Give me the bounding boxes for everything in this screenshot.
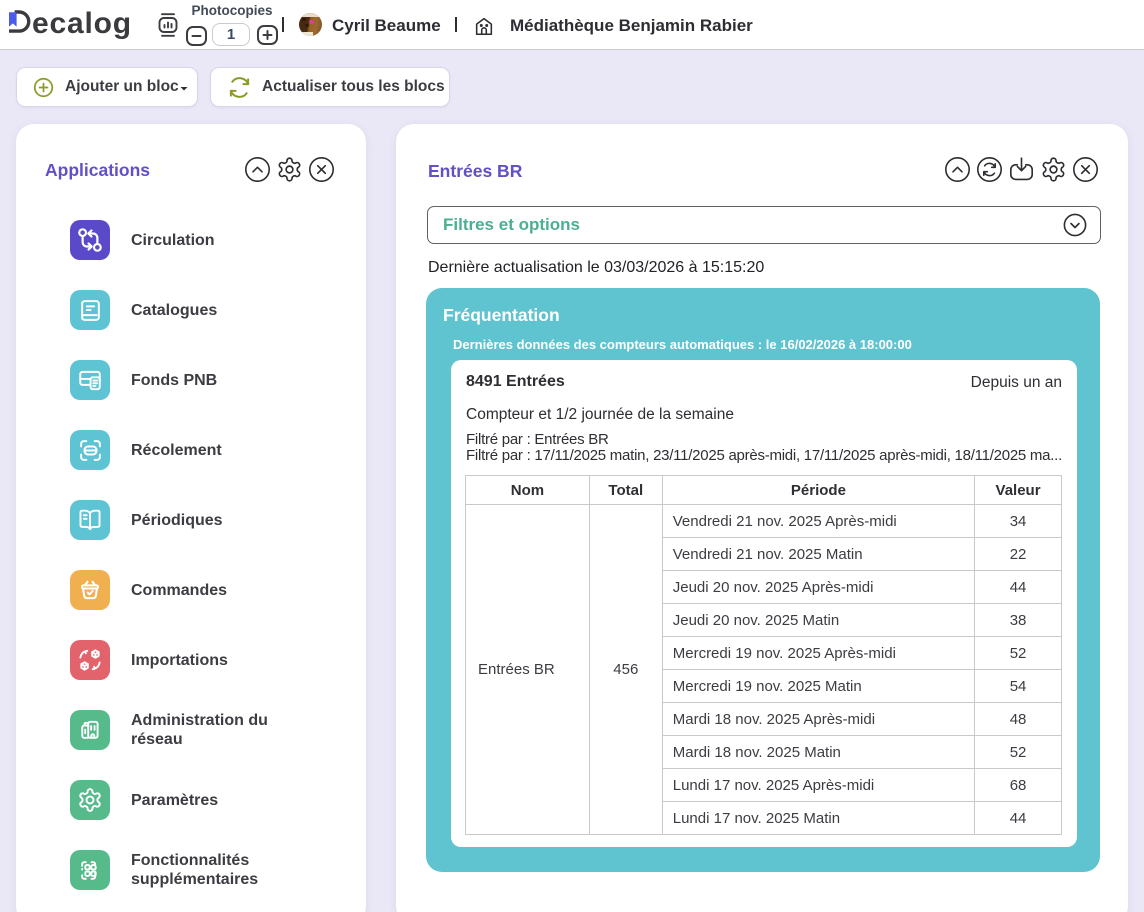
svg-text:ecalog: ecalog xyxy=(32,8,132,40)
